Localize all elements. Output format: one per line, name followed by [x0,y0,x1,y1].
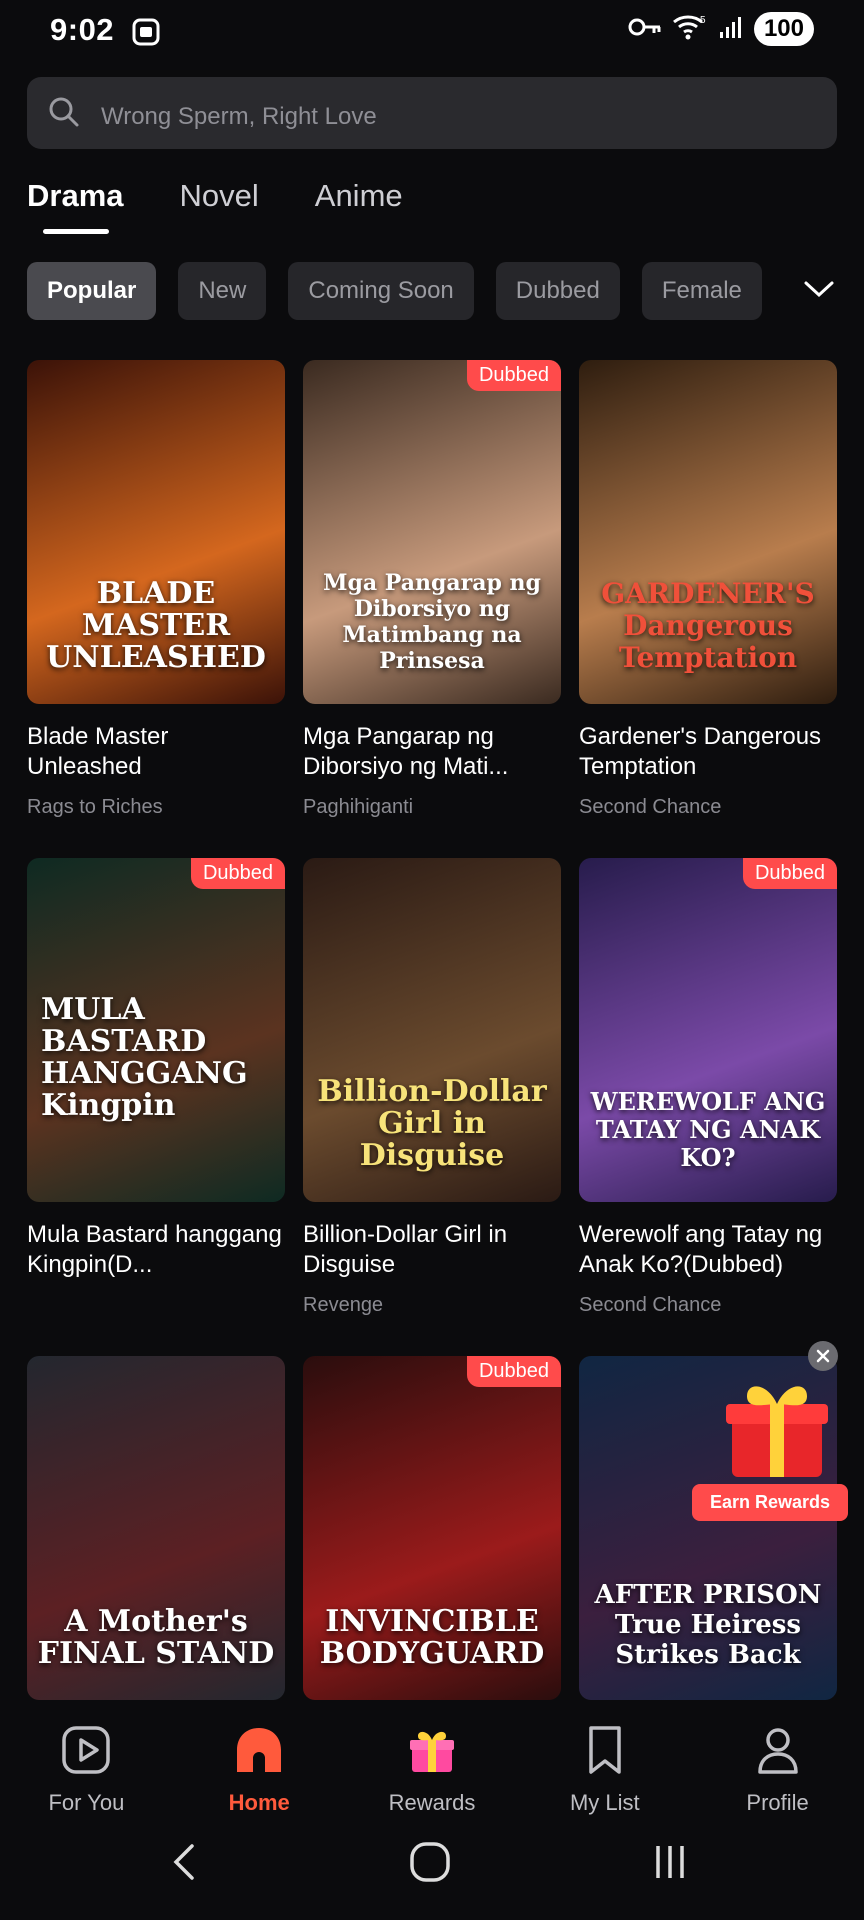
poster-image[interactable]: GARDENER'S Dangerous Temptation [579,360,837,704]
poster-title: MULA BASTARD HANGGANG Kingpin [41,992,248,1123]
filter-popular[interactable]: Popular [27,262,157,320]
recents-icon[interactable] [650,1842,690,1887]
filter-new[interactable]: New [178,262,267,320]
drama-card[interactable]: Billion-Dollar Girl in Disguise Billion-… [303,858,561,1356]
signal-icon [718,14,744,45]
filter-dubbed[interactable]: Dubbed [495,262,620,320]
drama-card[interactable]: GARDENER'S Dangerous Temptation Gardener… [579,360,837,858]
bookmark-icon [579,1724,631,1782]
chevron-down-icon[interactable] [802,278,836,305]
close-icon[interactable] [808,1341,838,1371]
nav-my-list[interactable]: My List [518,1704,691,1815]
nav-label: For You [48,1790,125,1815]
home-button-icon[interactable] [408,1840,452,1889]
poster-title: AFTER PRISON True Heiress Strikes Back [594,1580,822,1670]
card-genre: Revenge [303,1294,384,1316]
drama-grid: BLADE MASTER UNLEASHED Blade Master Unle… [27,360,837,1854]
card-title[interactable]: Mga Pangarap ng Diborsiyo ng Mati... [303,722,561,782]
card-title[interactable]: Mula Bastard hanggang Kingpin(D... [27,1220,285,1280]
nav-home[interactable]: Home [173,1704,346,1815]
poster-title: BLADE MASTER UNLEASHED [46,576,266,675]
poster-title: INVINCIBLE BODYGUARD [319,1604,545,1671]
poster-title: WEREWOLF ANG TATAY NG ANAK KO? [590,1087,826,1172]
drama-card[interactable]: Mga Pangarap ng Diborsiyo ng Matimbang n… [303,360,561,858]
clock: 9:02 [50,12,115,47]
nav-rewards[interactable]: Rewards [346,1704,519,1815]
nav-for-you[interactable]: For You [0,1704,173,1815]
poster-title: Mga Pangarap ng Diborsiyo ng Matimbang n… [323,570,541,674]
status-bar: 9:02 5 100 [0,0,864,64]
nav-label: My List [569,1790,640,1815]
poster-image[interactable]: A Mother's FINAL STAND [27,1356,285,1700]
nav-label: Home [228,1790,290,1815]
home-icon [233,1724,285,1782]
filter-coming-soon[interactable]: Coming Soon [288,262,474,320]
earn-rewards-button[interactable]: Earn Rewards [692,1484,849,1521]
profile-icon [752,1724,804,1782]
system-nav-bar [0,1820,864,1920]
card-genre: Paghihiganti [303,796,414,818]
gift-box-icon[interactable] [722,1372,832,1487]
search-input[interactable] [99,77,819,149]
card-genre: Second Chance [579,796,722,818]
tab-drama[interactable]: Drama [27,178,124,234]
key-icon [628,16,662,43]
tab-novel[interactable]: Novel [180,178,259,234]
play-icon [60,1724,112,1782]
dubbed-badge: Dubbed [466,1356,561,1387]
card-title[interactable]: Billion-Dollar Girl in Disguise [303,1220,561,1280]
filter-chips: Popular New Coming Soon Dubbed Female [27,262,762,320]
poster-image[interactable]: Billion-Dollar Girl in Disguise [303,858,561,1202]
search-bar[interactable] [27,77,837,149]
gift-icon [406,1724,458,1782]
svg-text:5: 5 [700,15,706,26]
nav-label: Profile [746,1790,809,1815]
poster-image[interactable]: INVINCIBLE BODYGUARD Dubbed [303,1356,561,1700]
drama-card[interactable]: WEREWOLF ANG TATAY NG ANAK KO? Dubbed We… [579,858,837,1356]
category-tabs: Drama Novel Anime [27,178,403,234]
card-genre: Rags to Riches [27,796,163,818]
poster-image[interactable]: Mga Pangarap ng Diborsiyo ng Matimbang n… [303,360,561,704]
poster-title: GARDENER'S Dangerous Temptation [601,577,815,674]
poster-title: Billion-Dollar Girl in Disguise [317,1074,547,1173]
poster-title: A Mother's FINAL STAND [37,1604,275,1671]
card-title[interactable]: Werewolf ang Tatay ng Anak Ko?(Dubbed) [579,1220,837,1280]
dubbed-badge: Dubbed [466,360,561,391]
card-genre: Second Chance [579,1294,722,1316]
dubbed-badge: Dubbed [190,858,285,889]
dubbed-badge: Dubbed [742,858,837,889]
search-icon [47,95,81,134]
screenshot-icon [130,16,162,53]
tab-anime[interactable]: Anime [315,178,403,234]
poster-image[interactable]: MULA BASTARD HANGGANG Kingpin Dubbed [27,858,285,1202]
back-icon[interactable] [170,1842,200,1887]
bottom-nav: For You Home Rewards My List Profile [0,1704,864,1815]
filter-female[interactable]: Female [641,262,762,320]
drama-card[interactable]: BLADE MASTER UNLEASHED Blade Master Unle… [27,360,285,858]
nav-profile[interactable]: Profile [691,1704,864,1815]
battery-level: 100 [753,12,814,46]
drama-card[interactable]: MULA BASTARD HANGGANG Kingpin Dubbed Mul… [27,858,285,1356]
card-title[interactable]: Gardener's Dangerous Temptation [579,722,837,782]
poster-image[interactable]: BLADE MASTER UNLEASHED [27,360,285,704]
card-title[interactable]: Blade Master Unleashed [27,722,285,782]
wifi-icon: 5 [672,13,708,46]
poster-image[interactable]: WEREWOLF ANG TATAY NG ANAK KO? Dubbed [579,858,837,1202]
nav-label: Rewards [388,1790,476,1815]
